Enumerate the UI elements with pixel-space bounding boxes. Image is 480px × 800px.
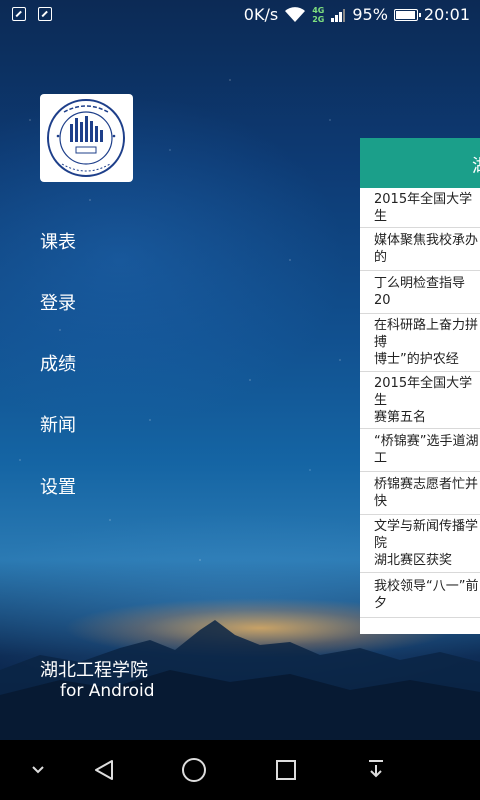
news-item[interactable]: 我校领导“八一”前夕 bbox=[360, 573, 480, 618]
news-header-title: 湖 bbox=[472, 152, 480, 178]
news-item[interactable]: 在科研路上奋力拼搏 博士”的护农经 bbox=[360, 314, 480, 372]
menu-item-settings[interactable]: 设置 bbox=[40, 473, 76, 499]
menu-item-schedule[interactable]: 课表 bbox=[40, 228, 76, 254]
network-type: 4G 2G bbox=[312, 6, 324, 24]
news-item-title: 媒体聚焦我校承办的 bbox=[374, 233, 479, 265]
news-item[interactable]: 桥锦赛志愿者忙并快 bbox=[360, 472, 480, 515]
news-item-title: 我校领导“八一”前夕 bbox=[374, 579, 479, 611]
menu-item-grades[interactable]: 成绩 bbox=[40, 350, 76, 376]
news-item-title: 2015年全国大学生 赛第五名 bbox=[374, 375, 473, 425]
edit-icon bbox=[12, 7, 26, 21]
wifi-icon bbox=[285, 6, 306, 22]
navigation-bar bbox=[0, 740, 480, 800]
signal-icon bbox=[331, 8, 346, 22]
news-item-title: 丁么明检查指导20 bbox=[374, 276, 466, 308]
news-item-title: 桥锦赛志愿者忙并快 bbox=[374, 477, 479, 509]
recents-icon[interactable] bbox=[264, 740, 308, 800]
status-bar: 0K/s 4G 2G 95% 20:01 bbox=[0, 0, 480, 32]
battery-percent: 95% bbox=[352, 5, 388, 24]
news-item[interactable]: “桥锦赛”选手道湖工 bbox=[360, 429, 480, 472]
chevron-down-icon[interactable] bbox=[18, 740, 58, 800]
news-item[interactable]: 丁么明检查指导20 bbox=[360, 271, 480, 314]
battery-icon bbox=[393, 8, 421, 21]
news-item[interactable]: 2015年全国大学生 bbox=[360, 188, 480, 228]
news-item-title: 文学与新闻传播学院 湖北赛区获奖 bbox=[374, 519, 479, 568]
news-header: 湖 bbox=[360, 138, 480, 188]
network-speed: 0K/s bbox=[243, 5, 279, 24]
news-item-title: 2015年全国大学生 bbox=[374, 191, 473, 224]
home-icon[interactable] bbox=[172, 740, 216, 800]
news-panel: 湖 2015年全国大学生 媒体聚焦我校承办的 丁么明检查指导20 在科研路上奋力… bbox=[360, 138, 480, 634]
news-item-title: “桥锦赛”选手道湖工 bbox=[374, 434, 479, 466]
footer-title: 湖北工程学院 bbox=[40, 660, 148, 681]
news-item[interactable]: 2015年全国大学生 赛第五名 bbox=[360, 372, 480, 429]
news-item-title: 在科研路上奋力拼搏 博士”的护农经 bbox=[374, 318, 479, 367]
clock: 20:01 bbox=[423, 5, 470, 24]
menu-item-news[interactable]: 新闻 bbox=[40, 411, 76, 437]
footer-subtitle: for Android bbox=[60, 681, 155, 701]
network-4g-label: 4G bbox=[312, 5, 325, 15]
menu-item-login[interactable]: 登录 bbox=[40, 289, 76, 315]
university-logo bbox=[40, 94, 133, 182]
image-icon bbox=[38, 7, 52, 21]
back-icon[interactable] bbox=[82, 740, 126, 800]
news-item[interactable]: 媒体聚焦我校承办的 bbox=[360, 228, 480, 271]
notification-pull-icon[interactable] bbox=[354, 740, 398, 800]
network-2g-label: 2G bbox=[312, 14, 325, 24]
news-item[interactable]: 文学与新闻传播学院 湖北赛区获奖 bbox=[360, 515, 480, 573]
